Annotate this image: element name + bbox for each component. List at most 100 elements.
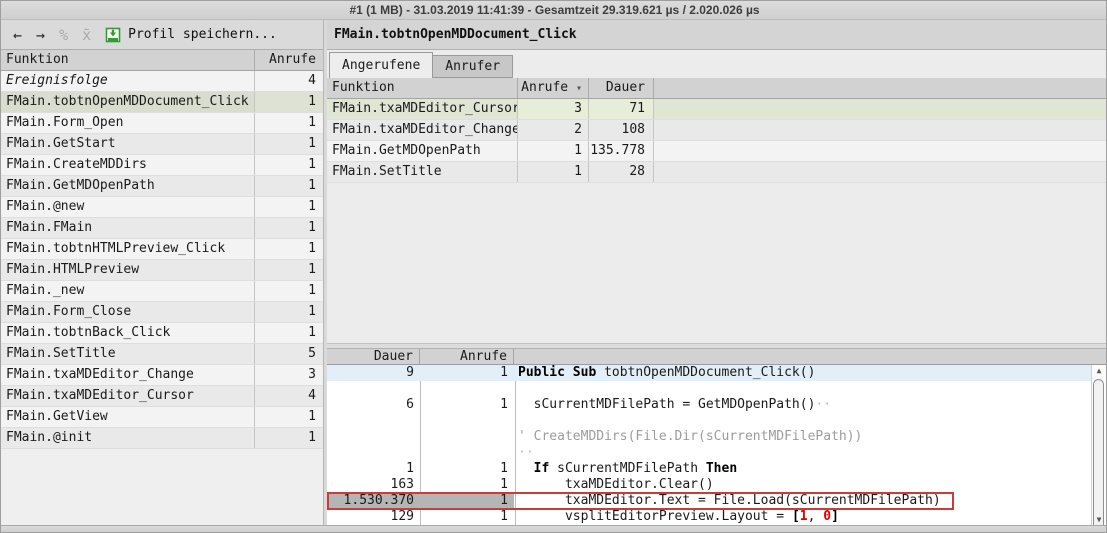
detail-panel: FMain.tobtnOpenMDDocument_Click Angerufe…	[327, 20, 1106, 525]
code-line[interactable]: ' CreateMDDirs(File.Dir(sCurrentMDFilePa…	[327, 429, 1106, 445]
left-header-anrufe[interactable]: Anrufe	[255, 50, 323, 70]
code-token: txaMDEditor.Clear()	[518, 477, 714, 492]
code-text: txaMDEditor.Text = File.Load(sCurrentMDF…	[514, 493, 1106, 509]
code-text	[514, 413, 1106, 429]
scrollbar-down-icon[interactable]: ▼	[1092, 515, 1106, 524]
called-table-header: Funktion Anrufe ▾ Dauer	[327, 78, 1106, 99]
table-row[interactable]: FMain.GetView1	[1, 407, 323, 428]
table-row[interactable]: FMain._new1	[1, 281, 323, 302]
table-row[interactable]: FMain.GetStart1	[1, 134, 323, 155]
code-token: ··	[815, 397, 831, 412]
code-text: Public Sub tobtnOpenMDDocument_Click()	[514, 365, 1106, 381]
code-line[interactable]: 61 sCurrentMDFilePath = GetMDOpenPath()·…	[327, 397, 1106, 413]
calls-cell: 4	[255, 386, 323, 406]
code-token: ]	[831, 509, 839, 524]
code-text: ··	[514, 445, 1106, 461]
called-header-anrufe-label: Anrufe	[521, 80, 568, 95]
table-row[interactable]: FMain.HTMLPreview1	[1, 260, 323, 281]
table-row[interactable]: FMain.tobtnOpenMDDocument_Click1	[1, 92, 323, 113]
code-token: 0	[823, 509, 831, 524]
mean-icon[interactable]: x̄	[82, 21, 91, 49]
calls-cell: 1	[518, 162, 589, 182]
called-header-funktion[interactable]: Funktion	[327, 78, 518, 98]
save-icon	[105, 27, 121, 43]
code-header-anrufe[interactable]: Anrufe	[420, 349, 514, 364]
forward-icon[interactable]: →	[36, 21, 45, 49]
code-line[interactable]: 91Public Sub tobtnOpenMDDocument_Click()	[327, 365, 1106, 381]
table-row[interactable]: FMain.txaMDEditor_Cursor4	[1, 386, 323, 407]
tab-angerufene[interactable]: Angerufene	[329, 52, 433, 78]
code-line[interactable]: 1631 txaMDEditor.Clear()	[327, 477, 1106, 493]
duration-cell: 108	[589, 120, 654, 140]
table-row[interactable]: FMain.tobtnHTMLPreview_Click1	[1, 239, 323, 260]
calls-cell: 1	[255, 113, 323, 133]
code-line[interactable]	[327, 381, 1106, 397]
calls-cell: 1	[255, 428, 323, 448]
line-calls	[420, 413, 514, 429]
line-duration: 163	[327, 477, 420, 493]
calls-cell: 5	[255, 344, 323, 364]
code-line[interactable]	[327, 413, 1106, 429]
code-line[interactable]: 1.530.3701 txaMDEditor.Text = File.Load(…	[327, 493, 1106, 509]
left-table-filler	[1, 449, 323, 525]
line-duration: 6	[327, 397, 420, 413]
code-token: Then	[706, 461, 737, 476]
code-token	[518, 461, 534, 476]
code-line[interactable]: ··	[327, 445, 1106, 461]
table-row[interactable]: FMain.SetTitle5	[1, 344, 323, 365]
called-header-dauer[interactable]: Dauer	[589, 78, 654, 98]
code-text: ' CreateMDDirs(File.Dir(sCurrentMDFilePa…	[514, 429, 1106, 445]
table-row[interactable]: FMain.SetTitle128	[327, 162, 1106, 183]
table-row[interactable]: FMain.@init1	[1, 428, 323, 449]
scrollbar-up-icon[interactable]: ▲	[1092, 366, 1106, 375]
line-calls	[420, 429, 514, 445]
code-line[interactable]: 11 If sCurrentMDFilePath Then	[327, 461, 1106, 477]
percent-icon[interactable]: %	[59, 21, 68, 49]
code-token: vsplitEditorPreview.Layout =	[518, 509, 792, 524]
duration-cell: 135.778	[589, 141, 654, 161]
table-row[interactable]: FMain.Form_Open1	[1, 113, 323, 134]
table-row[interactable]: FMain.GetMDOpenPath1135.778	[327, 141, 1106, 162]
table-row[interactable]: FMain.FMain1	[1, 218, 323, 239]
calls-cell: 2	[518, 120, 589, 140]
function-cell: FMain.@new	[1, 197, 255, 217]
code-header-dauer[interactable]: Dauer	[327, 349, 420, 364]
calls-cell: 1	[255, 176, 323, 196]
function-cell: FMain.FMain	[1, 218, 255, 238]
table-row[interactable]: FMain.txaMDEditor_Change2108	[327, 120, 1106, 141]
table-row[interactable]: FMain.tobtnBack_Click1	[1, 323, 323, 344]
function-cell: FMain.Form_Open	[1, 113, 255, 133]
calls-cell: 1	[255, 302, 323, 322]
table-row[interactable]: FMain.Form_Close1	[1, 302, 323, 323]
table-row[interactable]: FMain.txaMDEditor_Change3	[1, 365, 323, 386]
line-calls: 1	[420, 477, 514, 493]
code-token: sCurrentMDFilePath	[549, 461, 706, 476]
code-line[interactable]: 1291 vsplitEditorPreview.Layout = [1, 0]	[327, 509, 1106, 525]
calls-cell: 1	[255, 197, 323, 217]
code-token: ' CreateMDDirs(File.Dir(sCurrentMDFilePa…	[518, 429, 862, 444]
table-row[interactable]: FMain.txaMDEditor_Cursor371	[327, 99, 1106, 120]
code-scrollbar[interactable]: ▲ ▼	[1091, 365, 1106, 525]
calls-cell: 1	[255, 155, 323, 175]
function-cell: FMain.tobtnBack_Click	[1, 323, 255, 343]
table-row[interactable]: FMain.CreateMDDirs1	[1, 155, 323, 176]
line-calls: 1	[420, 365, 514, 381]
calls-cell: 1	[255, 281, 323, 301]
table-row[interactable]: FMain.GetMDOpenPath1	[1, 176, 323, 197]
function-cell: FMain.Form_Close	[1, 302, 255, 322]
tab-anrufer[interactable]: Anrufer	[433, 55, 513, 78]
save-profile-button[interactable]: Profil speichern...	[105, 27, 277, 43]
code-token: ,	[808, 509, 824, 524]
left-header-funktion[interactable]: Funktion	[1, 50, 255, 70]
table-row[interactable]: Ereignisfolge4	[1, 71, 323, 92]
line-duration: 9	[327, 365, 420, 381]
code-token: tobtnOpenMDDocument_Click()	[604, 365, 815, 380]
code-text: txaMDEditor.Clear()	[514, 477, 1106, 493]
scrollbar-thumb[interactable]	[1093, 379, 1104, 525]
called-function-list: FMain.txaMDEditor_Cursor371FMain.txaMDEd…	[327, 99, 1106, 183]
table-row[interactable]: FMain.@new1	[1, 197, 323, 218]
back-icon[interactable]: ←	[13, 21, 22, 49]
line-duration	[327, 445, 420, 461]
calls-cell: 1	[255, 407, 323, 427]
called-header-anrufe[interactable]: Anrufe ▾	[518, 78, 589, 98]
